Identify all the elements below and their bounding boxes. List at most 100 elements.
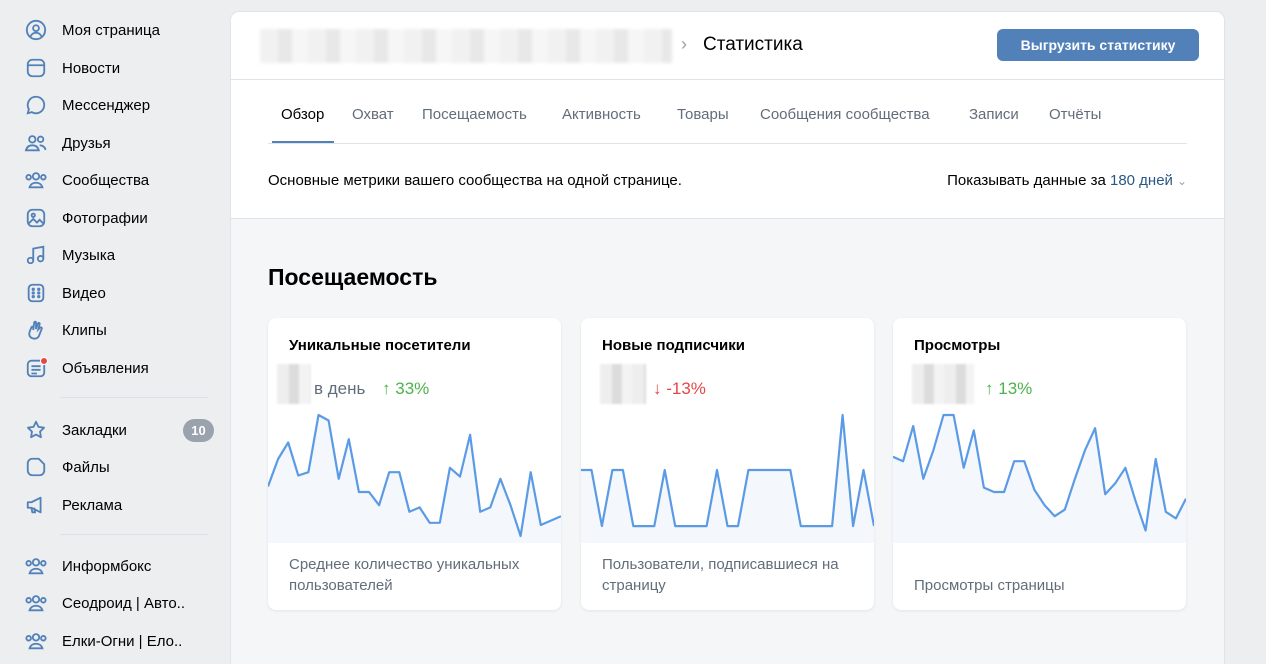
delta-value: 33% — [395, 379, 430, 398]
notification-dot — [40, 357, 48, 365]
metric-card-new-subscribers[interactable]: Новые подписчики ↓ -13% Пользователи, по… — [581, 318, 874, 610]
arrow-down-icon: ↓ — [653, 379, 662, 398]
sidebar-item-label: Реклама — [62, 496, 123, 514]
arrow-up-icon: ↑ — [382, 379, 391, 398]
delta-value: 13% — [998, 379, 1033, 398]
clips-icon — [24, 318, 48, 342]
video-icon — [24, 281, 48, 305]
community-name-blurred[interactable] — [260, 29, 672, 63]
sidebar-item-friends[interactable]: Друзья — [24, 129, 216, 157]
user-circle-icon — [24, 18, 48, 42]
tab-posts[interactable]: Записи — [969, 106, 1019, 123]
overview-description: Основные метрики вашего сообщества на од… — [268, 172, 682, 189]
tab-reports[interactable]: Отчёты — [1049, 106, 1101, 123]
sidebar-item-my-page[interactable]: Моя страница — [24, 16, 216, 44]
delta-indicator: ↓ -13% — [653, 379, 706, 399]
value-blurred — [912, 364, 974, 404]
metric-card-unique-visitors[interactable]: Уникальные посетители в день ↑ 33% Средн… — [268, 318, 561, 610]
sparkline-chart — [893, 413, 1186, 543]
photo-icon — [24, 206, 48, 230]
tab-traffic[interactable]: Посещаемость — [422, 106, 527, 123]
metric-card-views[interactable]: Просмотры ↑ 13% Просмотры страницы — [893, 318, 1186, 610]
tab-overview[interactable]: Обзор — [281, 106, 324, 123]
card-title: Новые подписчики — [602, 337, 745, 354]
value-blurred — [600, 364, 646, 404]
sidebar-item-photos[interactable]: Фотографии — [24, 204, 216, 232]
sparkline-chart — [581, 413, 874, 543]
tab-activity[interactable]: Активность — [562, 106, 641, 123]
sidebar-item-label: Сеодроид | Авто.. — [62, 594, 186, 612]
sidebar-item-label: Музыка — [62, 246, 116, 264]
sidebar-divider — [60, 534, 208, 535]
period-value[interactable]: 180 дней — [1110, 172, 1173, 189]
card-title: Уникальные посетители — [289, 337, 471, 354]
sidebar-item-label: Моя страница — [62, 21, 160, 39]
megaphone-icon — [24, 493, 48, 517]
classifieds-icon — [24, 356, 48, 380]
sidebar-group-informbox[interactable]: Информбокс — [24, 552, 216, 580]
sidebar-item-ads[interactable]: Реклама — [24, 491, 216, 519]
chevron-down-icon[interactable]: ⌄ — [1177, 174, 1187, 188]
sidebar-item-communities[interactable]: Сообщества — [24, 166, 216, 194]
statistics-panel: › Статистика Выгрузить статистику Обзор … — [231, 12, 1224, 664]
message-icon — [24, 93, 48, 117]
card-description: Пользователи, подписавшиеся на страницу — [602, 556, 839, 594]
sidebar-item-messenger[interactable]: Мессенджер — [24, 91, 216, 119]
card-description: Среднее количество уникальных пользовате… — [289, 556, 520, 594]
sidebar-item-video[interactable]: Видео — [24, 279, 216, 307]
sidebar-item-label: Клипы — [62, 321, 107, 339]
page-header: › Статистика Выгрузить статистику — [231, 12, 1224, 80]
bookmarks-count-badge: 10 — [183, 419, 214, 442]
sidebar-item-clips[interactable]: Клипы — [24, 316, 216, 344]
value-suffix: в день — [314, 379, 366, 398]
sidebar-item-classifieds[interactable]: Объявления — [24, 354, 216, 382]
sidebar-divider — [60, 397, 208, 398]
sidebar-group-seodroid[interactable]: Сеодроид | Авто.. — [24, 589, 216, 617]
section-title: Посещаемость — [268, 264, 438, 290]
breadcrumb-chevron-icon: › — [681, 34, 687, 54]
tab-products[interactable]: Товары — [677, 106, 729, 123]
star-icon — [24, 418, 48, 442]
delta-indicator: ↑ 13% — [985, 379, 1032, 399]
sidebar-item-label: Мессенджер — [62, 96, 151, 114]
sidebar-item-news[interactable]: Новости — [24, 54, 216, 82]
sparkline-chart — [268, 413, 561, 543]
friends-icon — [24, 131, 48, 155]
music-icon — [24, 243, 48, 267]
sidebar-item-label: Новости — [62, 59, 121, 77]
sidebar-item-files[interactable]: Файлы — [24, 453, 216, 481]
card-description: Просмотры страницы — [914, 577, 1065, 594]
active-tab-indicator — [272, 141, 334, 143]
left-sidebar: Моя страница Новости Мессенджер Друзья С… — [0, 0, 230, 664]
arrow-up-icon: ↑ — [985, 379, 994, 398]
sidebar-item-label: Фотографии — [62, 209, 148, 227]
sidebar-item-label: Объявления — [62, 359, 149, 377]
period-label: Показывать данные за — [947, 172, 1106, 189]
sidebar-item-label: Друзья — [62, 134, 111, 152]
sidebar-item-label: Елки-Огни | Ело.. — [62, 632, 183, 650]
metrics-area: Посещаемость Уникальные посетители в ден… — [231, 218, 1224, 664]
sidebar-group-elki-ogni[interactable]: Елки-Огни | Ело.. — [24, 627, 216, 655]
file-icon — [24, 455, 48, 479]
communities-icon — [24, 168, 48, 192]
sidebar-item-music[interactable]: Музыка — [24, 241, 216, 269]
card-title: Просмотры — [914, 337, 1001, 354]
sidebar-item-label: Сообщества — [62, 171, 150, 189]
sidebar-item-label: Файлы — [62, 458, 110, 476]
group-icon — [24, 554, 48, 578]
stats-tabs: Обзор Охват Посещаемость Активность Това… — [268, 80, 1187, 144]
news-icon — [24, 56, 48, 80]
value-blurred — [277, 364, 311, 404]
export-statistics-button[interactable]: Выгрузить статистику — [997, 29, 1199, 61]
period-selector[interactable]: Показывать данные за 180 дней ⌄ — [947, 172, 1187, 189]
sidebar-item-bookmarks[interactable]: Закладки 10 — [24, 416, 216, 444]
delta-value: -13% — [666, 379, 706, 398]
tab-reach[interactable]: Охват — [352, 106, 394, 123]
sidebar-item-label: Информбокс — [62, 557, 152, 575]
sidebar-item-label: Закладки — [62, 421, 127, 439]
delta-indicator: ↑ 33% — [382, 379, 429, 399]
group-icon — [24, 629, 48, 653]
sidebar-item-label: Видео — [62, 284, 106, 302]
tab-community-messages[interactable]: Сообщения сообщества — [760, 106, 930, 123]
page-title: Статистика — [703, 34, 803, 55]
